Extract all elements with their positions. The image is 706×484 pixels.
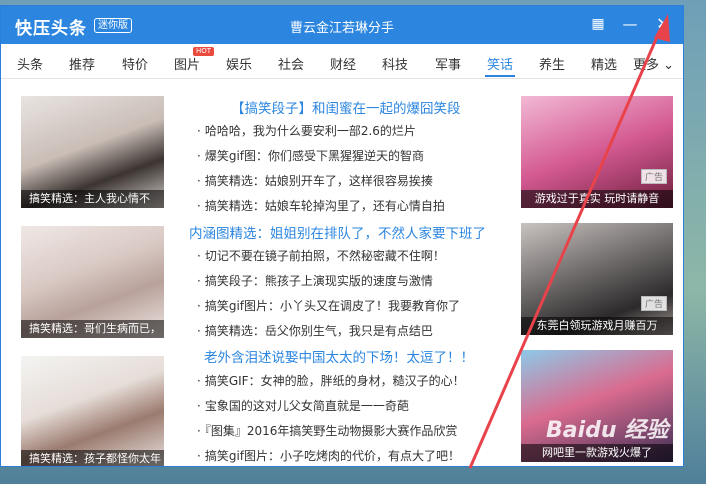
annotation-arrow — [468, 14, 670, 469]
arrow-head — [654, 14, 670, 42]
arrow-shaft — [468, 29, 662, 469]
